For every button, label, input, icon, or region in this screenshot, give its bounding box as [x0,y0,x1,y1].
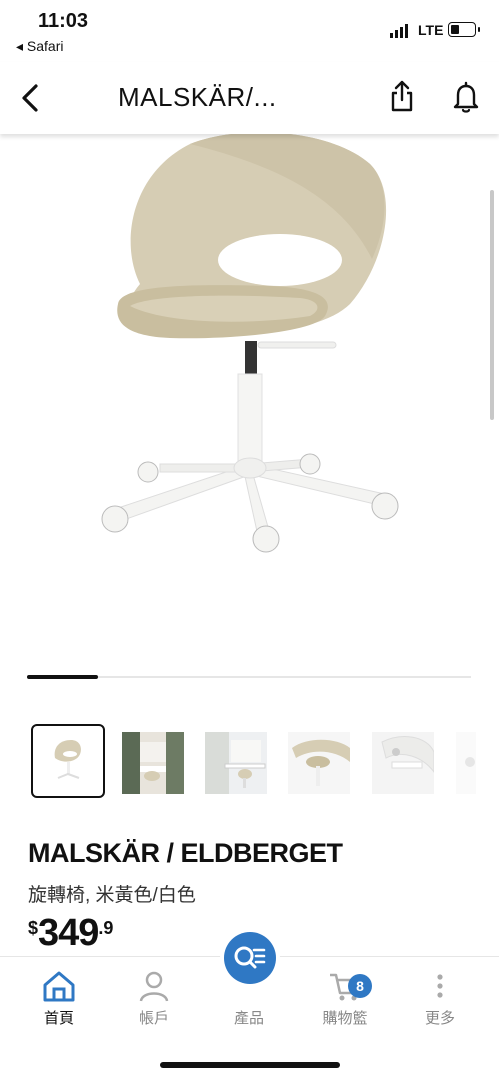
tab-more-label: 更多 [424,1010,455,1027]
share-icon[interactable] [388,78,416,114]
gallery-progress-fill [27,675,99,679]
back-to-safari-link[interactable]: ◂ Safari [16,38,64,55]
scrollbar[interactable] [490,190,494,420]
product-name: MALSKÄR / ELDBERGET [28,838,343,868]
thumbnail-4[interactable] [288,732,350,794]
tab-more[interactable]: 更多 [400,969,480,1028]
thumbnail-1[interactable] [31,724,105,798]
home-indicator[interactable] [160,1062,340,1068]
page-title: MALSKÄR/... [118,82,277,112]
tab-products-label: 產品 [233,1010,264,1027]
tab-cart-label: 購物籃 [322,1010,368,1027]
tab-home[interactable]: 首頁 [19,969,99,1028]
battery-icon [448,22,480,37]
account-icon [139,971,169,1002]
tab-home-label: 首頁 [43,1010,74,1027]
notification-bell-icon[interactable] [452,80,480,114]
product-image[interactable] [0,132,499,664]
navigation-bar: MALSKÄR/... [0,62,499,134]
thumbnail-3[interactable] [205,732,267,794]
cart-badge: 8 [348,974,372,998]
thumbnail-strip [0,724,499,804]
home-icon [43,971,75,1002]
gallery-progress-track [27,675,471,679]
thumbnail-2[interactable] [122,732,184,794]
product-search-icon [234,946,266,969]
tab-account-label: 帳戶 [138,1010,169,1027]
product-description: 旋轉椅, 米黃色/白色 [28,885,196,906]
price-currency: $ [28,918,39,938]
product-price: $349.9 [28,912,113,955]
status-time: 11:03 [38,10,89,32]
product-search-button[interactable] [220,928,280,988]
more-icon [437,974,443,998]
thumbnail-6[interactable] [456,732,476,794]
signal-icon [390,24,408,38]
thumbnail-5[interactable] [372,732,434,794]
tab-account[interactable]: 帳戶 [114,969,194,1028]
tab-cart[interactable]: 購物籃 [305,969,385,1028]
price-integer: 349 [38,912,99,954]
price-decimal: .9 [98,918,114,938]
carrier-label: LTE [418,22,444,38]
status-bar: 11:03 ◂ Safari LTE [0,0,499,62]
back-chevron-icon[interactable] [18,80,46,116]
